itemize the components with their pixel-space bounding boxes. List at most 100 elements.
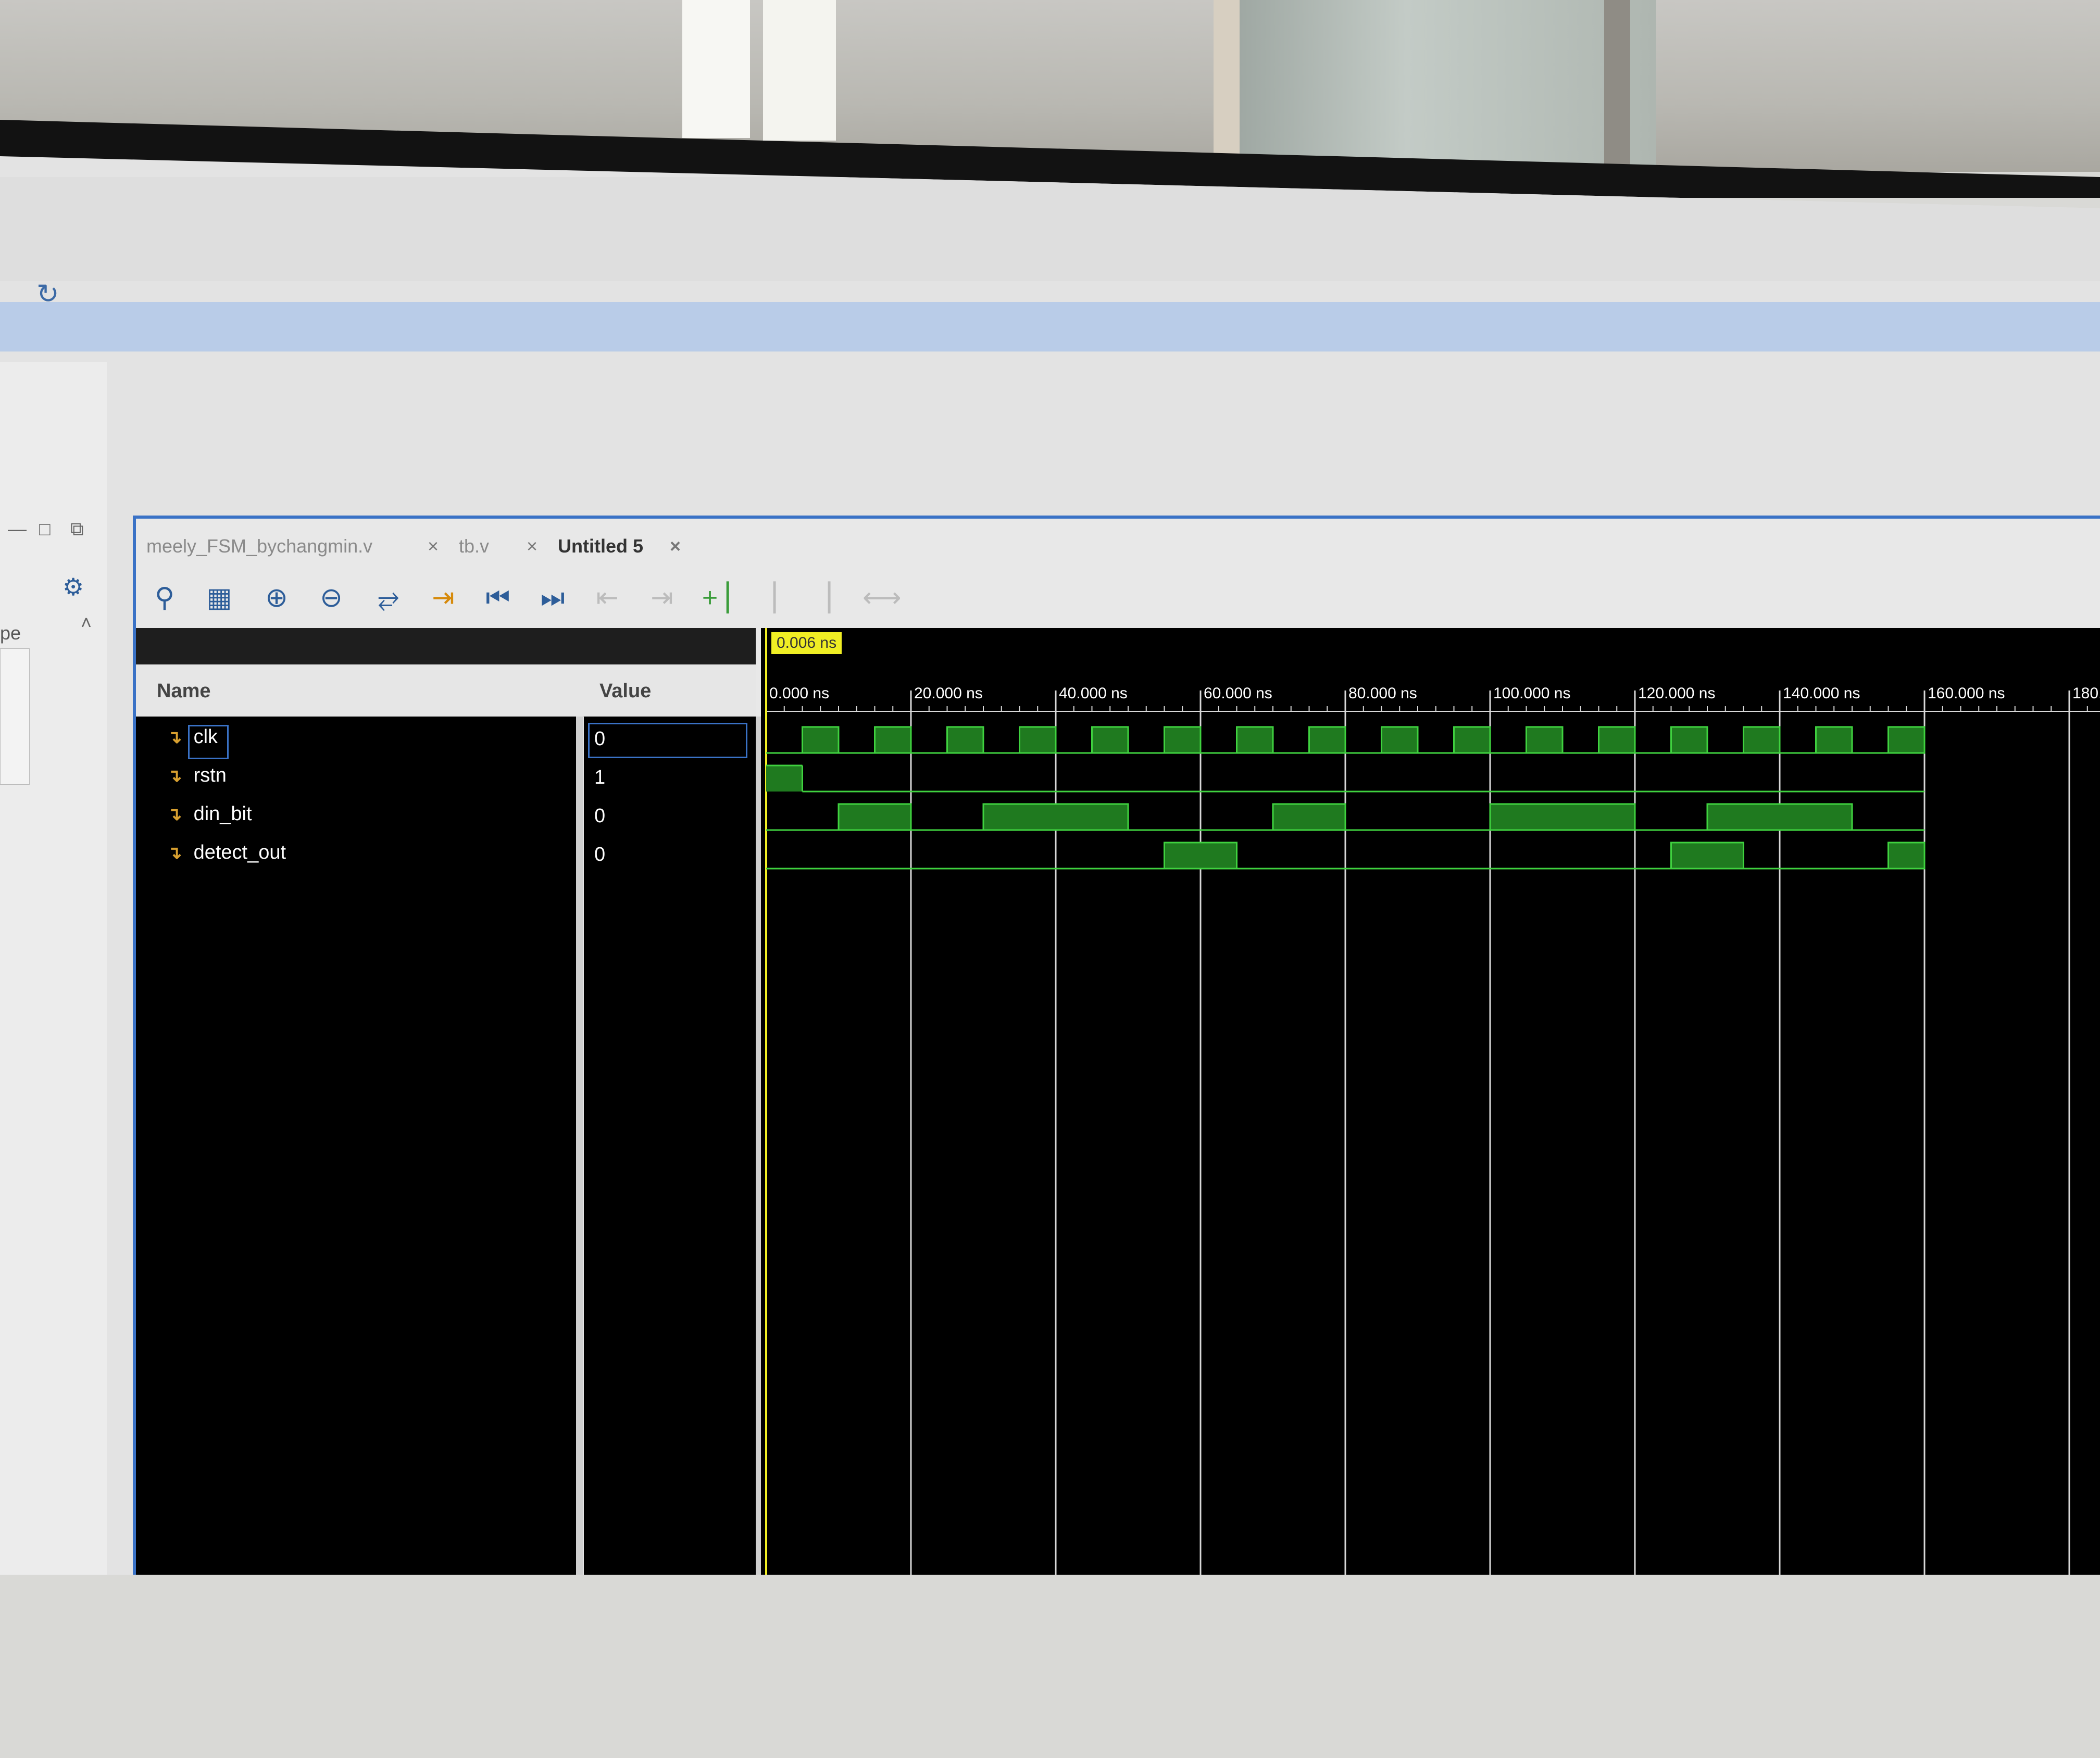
signal-row-din-bit[interactable]: ↴ din_bit: [167, 803, 252, 839]
minimize-icon[interactable]: —: [8, 518, 27, 540]
signal-value: 0: [594, 844, 606, 865]
signal-value: 1: [594, 767, 606, 788]
wave-pulse-clk: [1453, 726, 1491, 754]
wave-pulse-clk: [802, 726, 840, 754]
wave-pulse-detect_out: [1670, 842, 1744, 870]
ceiling-light: [763, 0, 836, 141]
value-column-header[interactable]: Value: [599, 680, 651, 702]
float-icon[interactable]: ⧉: [70, 518, 84, 541]
close-icon[interactable]: ×: [527, 528, 538, 564]
close-icon[interactable]: ×: [670, 528, 681, 564]
wave-pulse-clk: [1598, 726, 1636, 754]
save-icon[interactable]: ▦: [201, 582, 238, 613]
wave-pulse-clk: [1091, 726, 1129, 754]
zoom-in-icon[interactable]: ⊕: [258, 582, 295, 613]
tab-label: tb.v: [459, 535, 490, 557]
zoom-out-icon[interactable]: ⊖: [313, 582, 349, 613]
signal-name-pane: ↴ clk ↴ rstn ↴ din_bit ↴ detect_out: [136, 717, 583, 1575]
wave-pulse-clk: [1381, 726, 1419, 754]
wave-pulse-clk: [1019, 726, 1057, 754]
signal-icon: ↴: [167, 766, 182, 786]
left-panel: — □ ⧉ ⚙ ˄ pe: [0, 362, 107, 1575]
go-to-time-zero-icon[interactable]: ⏮: [480, 582, 516, 614]
signal-name: rstn: [193, 764, 227, 786]
window-frame: [1604, 0, 1630, 177]
maximize-icon[interactable]: □: [39, 518, 51, 540]
waveform-pane[interactable]: 0.000 ns 20.000 ns 40.000 ns 60.000 ns 80.00…: [761, 628, 2100, 1575]
wave-pulse-clk: [1236, 726, 1274, 754]
signal-row-rstn[interactable]: ↴ rstn: [167, 764, 227, 801]
column-header: Name Value: [136, 664, 756, 717]
name-column-header[interactable]: Name: [157, 680, 211, 702]
tick-label: 100.000 ns: [1493, 685, 1570, 702]
wave-pulse-clk: [1526, 726, 1564, 754]
tick-label: 0.000 ns: [769, 685, 829, 702]
wave-pulse-din_bit: [838, 803, 912, 831]
waveform-canvas: 0.000 ns 20.000 ns 40.000 ns 60.000 ns 80.00…: [765, 628, 2100, 1575]
selection-highlight: [188, 725, 229, 759]
go-to-last-time-icon[interactable]: ⏭: [534, 582, 571, 614]
tick-label: 60.000 ns: [1204, 685, 1272, 702]
signal-name: detect_out: [193, 842, 286, 863]
window: [1240, 0, 1656, 167]
previous-marker-icon[interactable]: ⎥: [753, 582, 790, 613]
search-icon[interactable]: ⚲: [146, 582, 183, 613]
wave-pulse-clk: [1670, 726, 1708, 754]
title-band: [0, 302, 2100, 351]
wave-pulse-din_bit: [1706, 803, 1853, 831]
signal-icon: ↴: [167, 727, 182, 747]
signal-value: 0: [594, 805, 606, 827]
tab-label: meely_FSM_bychangmin.v: [146, 535, 373, 557]
tick-label: 180.0: [2072, 685, 2100, 702]
wave-pulse-din_bit: [982, 803, 1129, 831]
tick-label: 120.000 ns: [1638, 685, 1715, 702]
signal-icon: ↴: [167, 805, 182, 824]
panel-partial-label: pe: [0, 622, 21, 644]
tab-label: Untitled 5: [558, 535, 644, 557]
tick-label: 140.000 ns: [1783, 685, 1860, 702]
waveform-window: meely_FSM_bychangmin.v × tb.v × Untitled…: [133, 516, 2100, 1575]
tick-label: 40.000 ns: [1059, 685, 1128, 702]
zoom-fit-icon[interactable]: ⥂: [370, 582, 407, 614]
wave-pulse-detect_out: [1888, 842, 1926, 870]
tick-label: 80.000 ns: [1348, 685, 1417, 702]
wave-pulse-clk: [1888, 726, 1926, 754]
wave-pulse-clk: [1308, 726, 1346, 754]
search-strip: [136, 628, 756, 664]
tab-untitled-5[interactable]: Untitled 5 ×: [547, 528, 681, 564]
wave-pulse-clk: [1743, 726, 1781, 754]
swap-cursors-icon[interactable]: ⟷: [863, 582, 902, 613]
wave-pulse-din_bit: [1272, 803, 1346, 831]
selection-highlight: [588, 723, 747, 758]
signal-icon: ↴: [167, 843, 182, 863]
panel-list: [0, 648, 30, 785]
tab-meely-fsm[interactable]: meely_FSM_bychangmin.v ×: [136, 528, 439, 564]
wave-pulse-detect_out: [1164, 842, 1238, 870]
ceiling-light: [682, 0, 750, 138]
signal-name: din_bit: [193, 803, 252, 825]
signal-value: 0: [594, 728, 606, 750]
close-icon[interactable]: ×: [428, 528, 439, 564]
wave-pulse-clk: [874, 726, 912, 754]
signal-value-pane: 0 1 0 0: [584, 717, 761, 1575]
tick-label: 20.000 ns: [914, 685, 983, 702]
tab-tb[interactable]: tb.v ×: [448, 528, 538, 564]
cursor-time-label[interactable]: 0.006 ns: [771, 632, 842, 654]
wave-pulse-din_bit: [1489, 803, 1636, 831]
tick-label: 160.000 ns: [1928, 685, 2005, 702]
wave-pulse-clk: [1815, 726, 1853, 754]
go-to-cursor-icon[interactable]: ⇥: [425, 582, 461, 613]
wave-rstn-segment: [766, 765, 803, 792]
add-marker-icon[interactable]: +⎥: [698, 582, 735, 613]
wave-pulse-clk: [946, 726, 984, 754]
next-marker-icon[interactable]: ⎥: [808, 582, 844, 613]
wave-pulse-clk: [1164, 726, 1202, 754]
previous-transition-icon[interactable]: ⇤: [589, 582, 626, 613]
gear-icon[interactable]: ⚙: [63, 573, 84, 601]
next-transition-icon[interactable]: ⇥: [644, 582, 680, 613]
toolbar: ⚲ ▦ ⊕ ⊖ ⥂ ⇥ ⏮ ⏭ ⇤ ⇥ +⎥ ⎥ ⎥ ⟷: [136, 571, 2100, 623]
window-frame: [1214, 0, 1240, 167]
signal-row-detect-out[interactable]: ↴ detect_out: [167, 842, 286, 878]
tab-bar: meely_FSM_bychangmin.v × tb.v × Untitled…: [136, 519, 2100, 568]
chevron-up-icon[interactable]: ˄: [81, 612, 92, 634]
